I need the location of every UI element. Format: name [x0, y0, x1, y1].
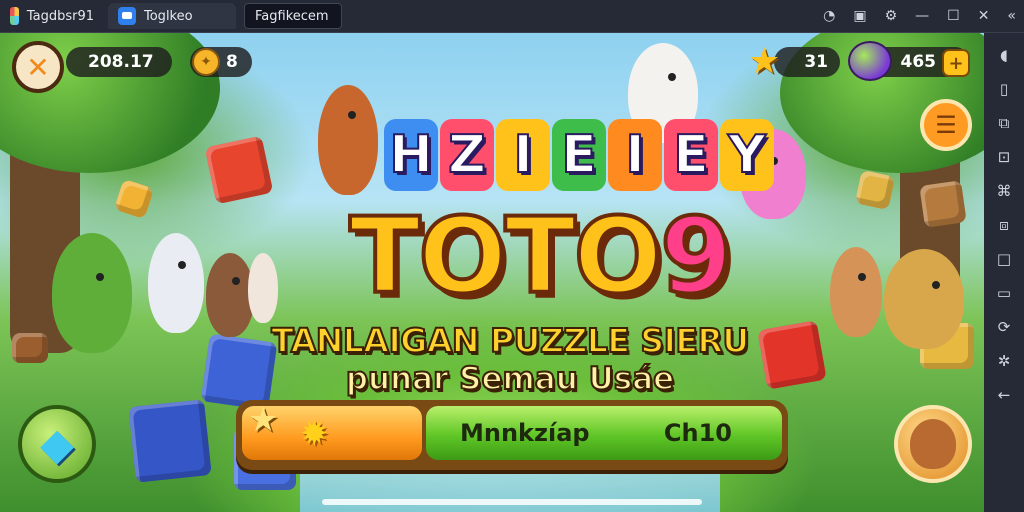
yellow-cube — [113, 178, 155, 220]
coins-counter: 208.17 — [66, 47, 172, 77]
blue-cube — [128, 399, 212, 483]
title-number: 9 — [658, 195, 734, 317]
app-player-logo-icon — [10, 7, 19, 25]
tab-game[interactable]: Toglkeo — [108, 3, 236, 29]
gear-icon: ✹ — [300, 414, 329, 454]
copy-icon[interactable]: ⧈ — [994, 215, 1014, 235]
character-avatar — [910, 419, 956, 469]
expand-icon[interactable]: « — [1007, 8, 1016, 24]
window-controls: ◔ ▣ ⚙ — ☐ ✕ « — [823, 0, 1016, 32]
maximize-icon[interactable]: ☐ — [947, 8, 960, 24]
home-indicator[interactable] — [322, 499, 702, 505]
white-cat — [148, 233, 204, 333]
star-icon: ★ — [748, 41, 781, 82]
rotate-icon[interactable]: ⟳ — [994, 317, 1014, 337]
stars-counter: 31 — [774, 47, 840, 77]
star-icon: ★ — [248, 400, 279, 440]
game-tab-icon — [118, 7, 136, 25]
plus-icon: + — [948, 52, 964, 74]
volume-icon[interactable]: ◖ — [994, 45, 1014, 65]
keymap-icon[interactable]: ⌘ — [994, 181, 1014, 201]
wooden-cube — [12, 333, 48, 363]
back-button[interactable]: ✕ — [12, 41, 64, 93]
title-letter: I — [608, 119, 662, 191]
title-letter: Z — [440, 119, 494, 191]
game-title: TOTO9 — [300, 199, 780, 313]
gem-icon: ✦ — [192, 48, 220, 76]
gear-icon[interactable]: ✲ — [994, 351, 1014, 371]
menu-button[interactable]: ☰ — [920, 99, 972, 151]
add-button[interactable]: + — [942, 49, 970, 77]
candy-icon — [848, 41, 892, 81]
screen-icon[interactable]: ▣ — [853, 8, 866, 24]
play-button-label: Mnnkzíap — [460, 419, 590, 447]
tab-label: Tagdbsr91 — [26, 8, 94, 24]
game-view[interactable]: ✕ 208.17 ✦ 8 31 ★ 465 + ☰ H Z I E I E Y … — [0, 33, 984, 512]
tab-app-player[interactable]: Tagdbsr91 — [0, 3, 104, 29]
title-letter: E — [552, 119, 606, 191]
square-icon[interactable]: □ — [994, 249, 1014, 269]
wooden-cube — [919, 180, 967, 228]
minimize-icon[interactable]: — — [915, 8, 929, 24]
orange-fox — [318, 85, 378, 195]
subtitle-line-1: TANLAIGAN PUZZLE SIERU — [270, 320, 750, 361]
play-button[interactable]: Mnnkzíap Ch10 — [426, 406, 782, 460]
subtitle-line-2: punar Semau Usáe — [345, 360, 675, 398]
gem-count: 8 — [226, 52, 238, 72]
shake-icon[interactable]: ⊡ — [994, 147, 1014, 167]
tab-label: Toglkeo — [144, 8, 193, 24]
gem-shop-button[interactable]: ◆ — [18, 405, 96, 483]
tab-label: Fagfikecem — [255, 8, 329, 24]
tab-search[interactable]: Fagfikecem — [244, 3, 342, 29]
title-letter: H — [384, 119, 438, 191]
red-cube — [204, 135, 274, 205]
green-creature — [52, 233, 132, 353]
brown-dog — [830, 247, 882, 337]
back-icon: ✕ — [26, 50, 50, 84]
diamond-icon: ◆ — [40, 418, 74, 470]
title-logo-top: H Z I E I E Y — [384, 119, 774, 199]
back-icon[interactable]: ← — [994, 385, 1014, 405]
gear-icon[interactable]: ⚙ — [885, 8, 898, 24]
settings-icon[interactable]: ◔ — [823, 8, 835, 24]
title-word: TOTO — [347, 195, 664, 317]
title-letter: E — [664, 119, 718, 191]
title-letter: Y — [720, 119, 774, 191]
title-letter: I — [496, 119, 550, 191]
screen-icon[interactable]: ▭ — [994, 283, 1014, 303]
camera-icon[interactable]: ⧉ — [994, 113, 1014, 133]
candy-value: 465 — [900, 52, 937, 72]
play-bar: ★ ✹ Mnnkzíap Ch10 — [236, 400, 788, 470]
character-button[interactable] — [894, 405, 972, 483]
menu-icon: ☰ — [935, 111, 957, 139]
window-titlebar: Tagdbsr91 Toglkeo Fagfikecem ◔ ▣ ⚙ — ☐ ✕… — [0, 0, 1024, 33]
gem-counter: ✦ 8 — [190, 47, 252, 77]
yellow-cube — [854, 169, 896, 211]
stars-value: 31 — [804, 52, 828, 72]
bonus-button[interactable]: ★ ✹ — [242, 400, 422, 460]
emulator-sidebar: ◖ ▯ ⧉ ⊡ ⌘ ⧈ □ ▭ ⟳ ✲ ← — [984, 33, 1024, 512]
yellow-dog — [884, 249, 964, 349]
play-button-value: Ch10 — [663, 419, 732, 447]
small-animal — [248, 253, 278, 323]
coins-value: 208.17 — [88, 52, 154, 72]
phone-icon[interactable]: ▯ — [994, 79, 1014, 99]
close-icon[interactable]: ✕ — [978, 8, 990, 24]
